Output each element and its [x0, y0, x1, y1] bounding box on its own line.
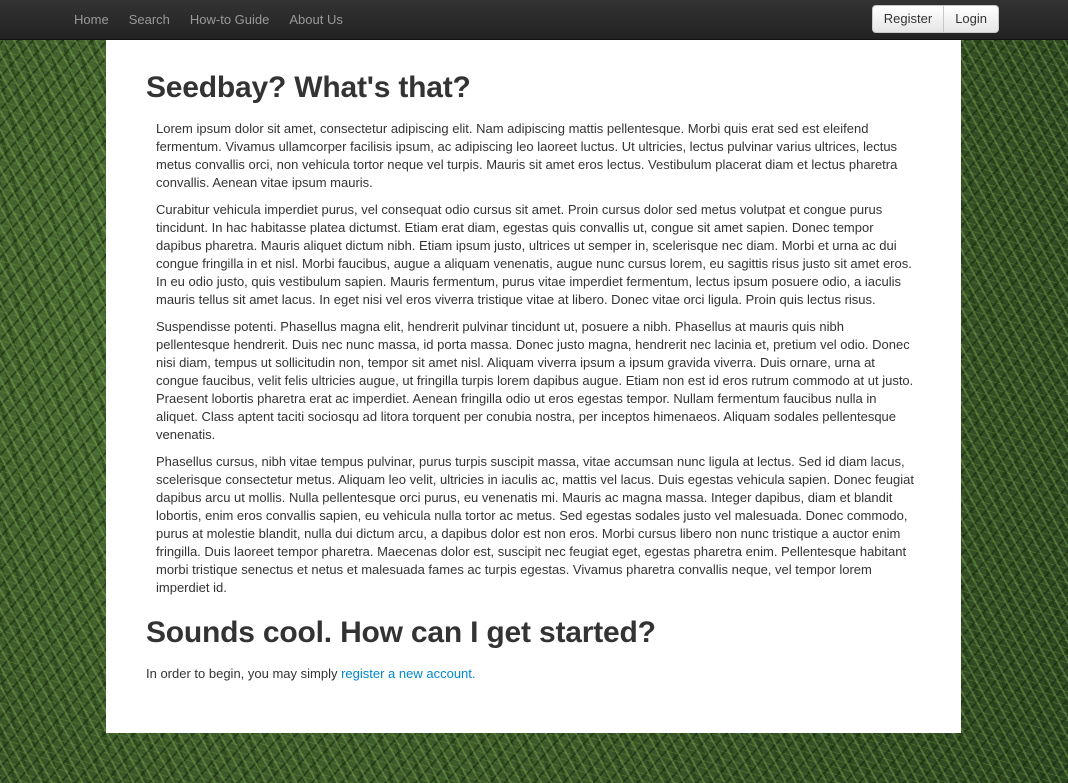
- nav-item-about: About Us: [279, 1, 352, 39]
- nav-item-howto: How-to Guide: [180, 1, 279, 39]
- get-started-heading: Sounds cool. How can I get started?: [146, 616, 656, 649]
- register-account-link[interactable]: register a new account.: [341, 666, 475, 681]
- paragraph-2: Curabitur vehicula imperdiet purus, vel …: [156, 202, 912, 307]
- nav-link-howto-guide[interactable]: How-to Guide: [180, 1, 279, 39]
- main-content-panel: Seedbay? What's that? Lorem ipsum dolor …: [106, 40, 961, 733]
- nav-link-about-us[interactable]: About Us: [279, 1, 352, 39]
- intro-paragraphs: Lorem ipsum dolor sit amet, consectetur …: [146, 106, 921, 597]
- get-started-label: In order to begin, you may simply: [146, 666, 342, 681]
- paragraph-1: Lorem ipsum dolor sit amet, consectetur …: [156, 121, 898, 190]
- page-title: Seedbay? What's that?: [146, 71, 471, 104]
- nav-link-home[interactable]: Home: [64, 1, 119, 39]
- nav-item-home: Home: [64, 1, 119, 39]
- register-button[interactable]: Register: [871, 5, 945, 33]
- nav-link-search[interactable]: Search: [119, 1, 180, 39]
- auth-button-group: Register Login: [871, 5, 999, 33]
- paragraph-3: Suspendisse potenti. Phasellus magna eli…: [156, 319, 914, 442]
- login-button[interactable]: Login: [944, 5, 999, 33]
- paragraph-4: Phasellus cursus, nibh vitae tempus pulv…: [156, 454, 914, 595]
- nav-links: Home Search How-to Guide About Us: [64, 0, 353, 40]
- top-navbar: Home Search How-to Guide About Us Regist…: [0, 0, 1068, 40]
- get-started-text: In order to begin, you may simply regist…: [146, 665, 921, 683]
- nav-item-search: Search: [119, 1, 180, 39]
